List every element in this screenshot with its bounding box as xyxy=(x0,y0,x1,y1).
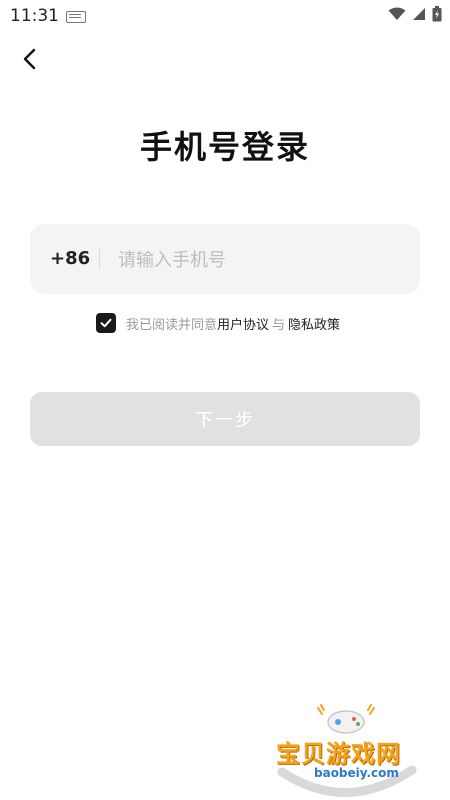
privacy-policy-link[interactable]: 隐私政策 xyxy=(288,314,340,333)
field-divider xyxy=(99,249,100,269)
battery-icon xyxy=(432,6,442,22)
country-code[interactable]: +86 xyxy=(50,248,90,269)
checkmark-icon xyxy=(100,318,112,328)
wifi-icon xyxy=(388,7,406,20)
back-button[interactable] xyxy=(14,42,48,76)
watermark-url: baobeiy.com xyxy=(314,766,399,780)
agreement-conjunction: 与 xyxy=(272,317,286,333)
keyboard-icon xyxy=(66,11,86,23)
watermark-name: 宝贝游戏网 xyxy=(276,740,401,768)
chevron-left-icon xyxy=(23,48,36,70)
agreement-prefix: 我已阅读并同意 xyxy=(126,317,218,333)
signal-icon xyxy=(413,8,425,20)
phone-input[interactable] xyxy=(116,242,410,278)
agreement-row: 我已阅读并同意 用户协议 与 隐私政策 xyxy=(96,312,340,334)
user-agreement-link[interactable]: 用户协议 xyxy=(217,314,269,333)
page-title: 手机号登录 xyxy=(139,128,310,166)
agreement-checkbox[interactable] xyxy=(96,313,116,333)
watermark-logo: 宝贝游戏网 baobeiy.com xyxy=(272,704,420,800)
status-bar: 11:31 xyxy=(0,0,450,32)
next-step-button[interactable]: 下一步 xyxy=(30,392,420,446)
status-time: 11:31 xyxy=(10,6,59,26)
status-icons xyxy=(388,6,442,22)
phone-field[interactable]: +86 xyxy=(30,224,420,294)
